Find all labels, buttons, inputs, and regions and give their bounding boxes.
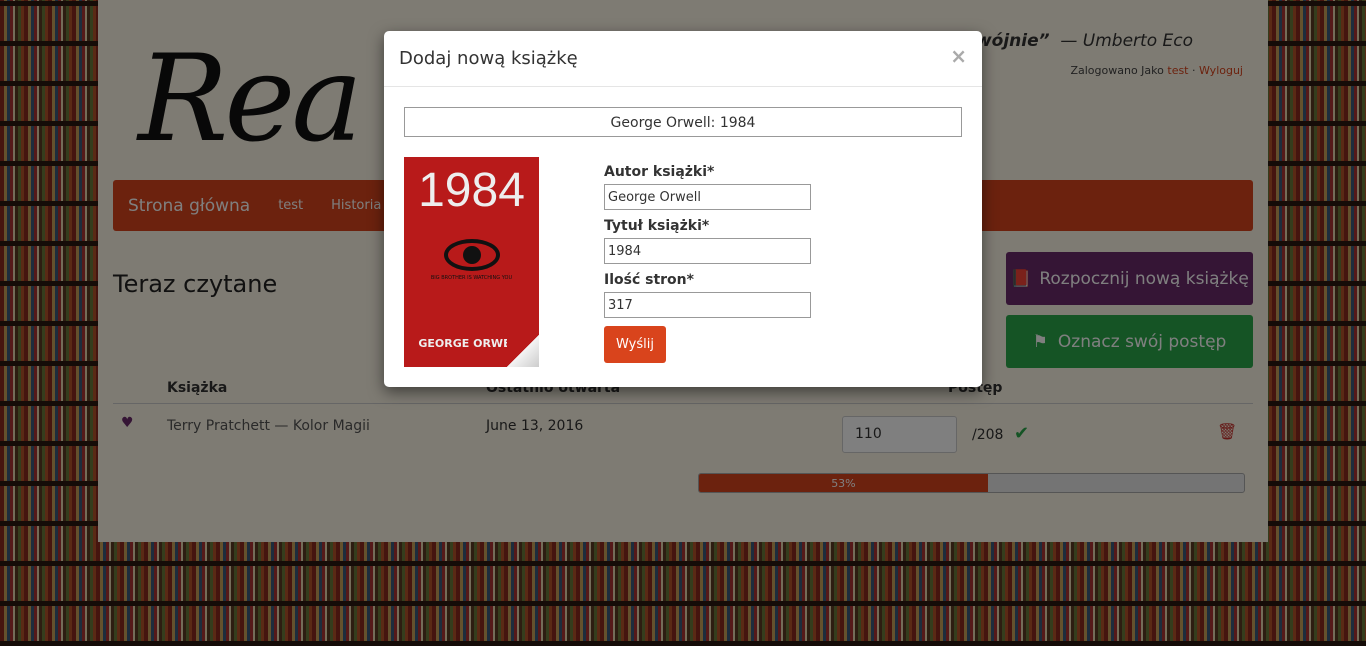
page-curl-decoration bbox=[507, 335, 539, 367]
close-icon[interactable]: × bbox=[950, 44, 967, 68]
author-label: Autor książki* bbox=[604, 164, 715, 180]
title-field[interactable]: 1984 bbox=[604, 238, 811, 264]
title-label: Tytuł książki* bbox=[604, 218, 710, 234]
pages-label: Ilość stron* bbox=[604, 272, 694, 288]
modal-title: Dodaj nową książkę bbox=[399, 48, 578, 69]
add-book-modal: Dodaj nową książkę × George Orwell: 1984… bbox=[384, 31, 982, 387]
cover-title: 1984 bbox=[418, 164, 525, 217]
author-field[interactable]: George Orwell bbox=[604, 184, 811, 210]
book-search-input[interactable]: George Orwell: 1984 bbox=[404, 107, 962, 137]
pages-field[interactable]: 317 bbox=[604, 292, 811, 318]
submit-button[interactable]: Wyślij bbox=[604, 326, 666, 363]
book-form: Autor książki* George Orwell Tytuł książ… bbox=[604, 164, 811, 363]
book-cover: 1984 BIG BROTHER IS WATCHING YOU GEORGE … bbox=[404, 157, 539, 367]
eye-icon bbox=[444, 239, 500, 271]
modal-header: Dodaj nową książkę × bbox=[384, 31, 982, 87]
cover-tagline: BIG BROTHER IS WATCHING YOU bbox=[430, 275, 513, 281]
